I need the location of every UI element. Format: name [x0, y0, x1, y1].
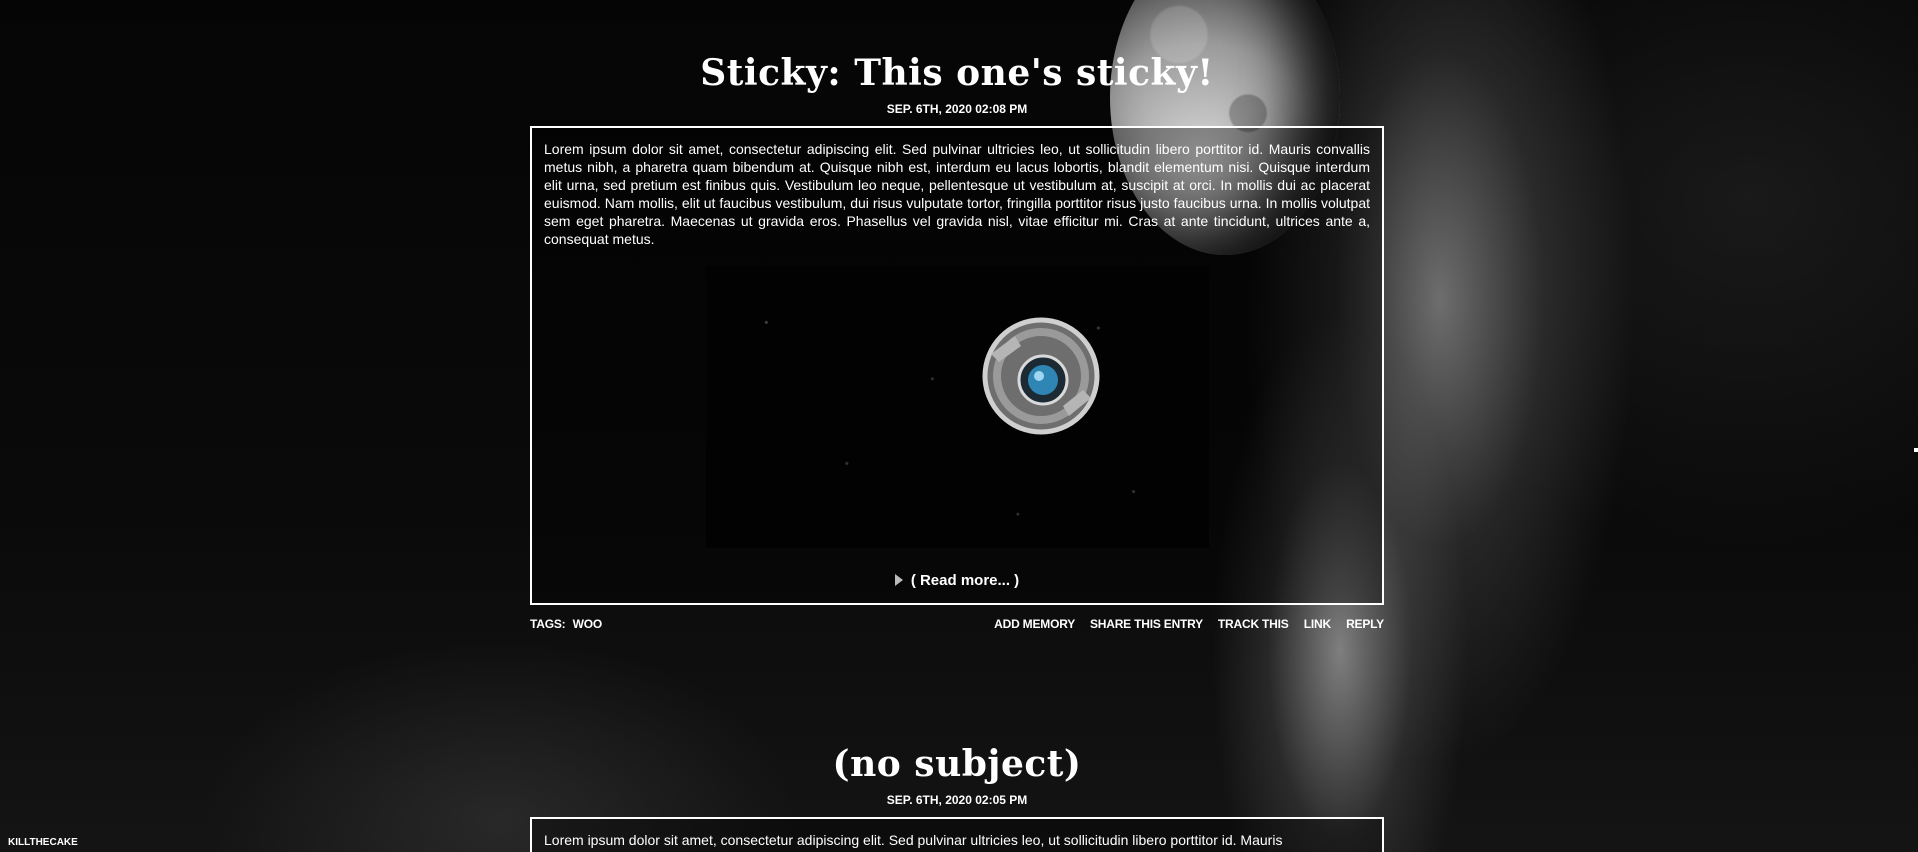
space-core-icon [982, 317, 1099, 435]
journal-entry: Sticky: This one's sticky! SEP. 6TH, 202… [530, 0, 1384, 631]
read-more-label[interactable]: ( Read more... ) [911, 572, 1019, 589]
scroll-marker [1914, 448, 1918, 452]
entry-text: Lorem ipsum dolor sit amet, consectetur … [544, 832, 1283, 848]
entry-text: Lorem ipsum dolor sit amet, consectetur … [544, 141, 1370, 247]
reply-link[interactable]: REPLY [1346, 617, 1384, 631]
track-this-link[interactable]: TRACK THIS [1218, 617, 1289, 631]
entry-title[interactable]: (no subject) [530, 743, 1384, 785]
entry-image [705, 266, 1209, 548]
triangle-right-icon [894, 574, 903, 586]
entry-title[interactable]: Sticky: This one's sticky! [530, 52, 1384, 94]
read-more-link[interactable]: ( Read more... ) [544, 572, 1370, 589]
entry-footer: TAGS: WOO ADD MEMORY SHARE THIS ENTRY TR… [530, 617, 1384, 631]
tags-label: TAGS: [530, 617, 566, 631]
journal-entry: (no subject) SEP. 6TH, 2020 02:05 PM Lor… [530, 743, 1384, 852]
add-memory-link[interactable]: ADD MEMORY [994, 617, 1075, 631]
share-entry-link[interactable]: SHARE THIS ENTRY [1090, 617, 1203, 631]
entry-date: SEP. 6TH, 2020 02:05 PM [886, 793, 1028, 807]
entry-body-box: Lorem ipsum dolor sit amet, consectetur … [530, 817, 1384, 852]
link-link[interactable]: LINK [1304, 617, 1331, 631]
entry-date: SEP. 6TH, 2020 02:08 PM [886, 102, 1028, 116]
journal-content: Sticky: This one's sticky! SEP. 6TH, 202… [530, 0, 1384, 852]
entry-tags: TAGS: WOO [530, 617, 606, 631]
entry-body-box: Lorem ipsum dolor sit amet, consectetur … [530, 126, 1384, 605]
entry-actions: ADD MEMORY SHARE THIS ENTRY TRACK THIS L… [982, 617, 1384, 631]
site-name[interactable]: KILLTHECAKE [8, 837, 78, 848]
tag-link[interactable]: WOO [573, 617, 603, 631]
